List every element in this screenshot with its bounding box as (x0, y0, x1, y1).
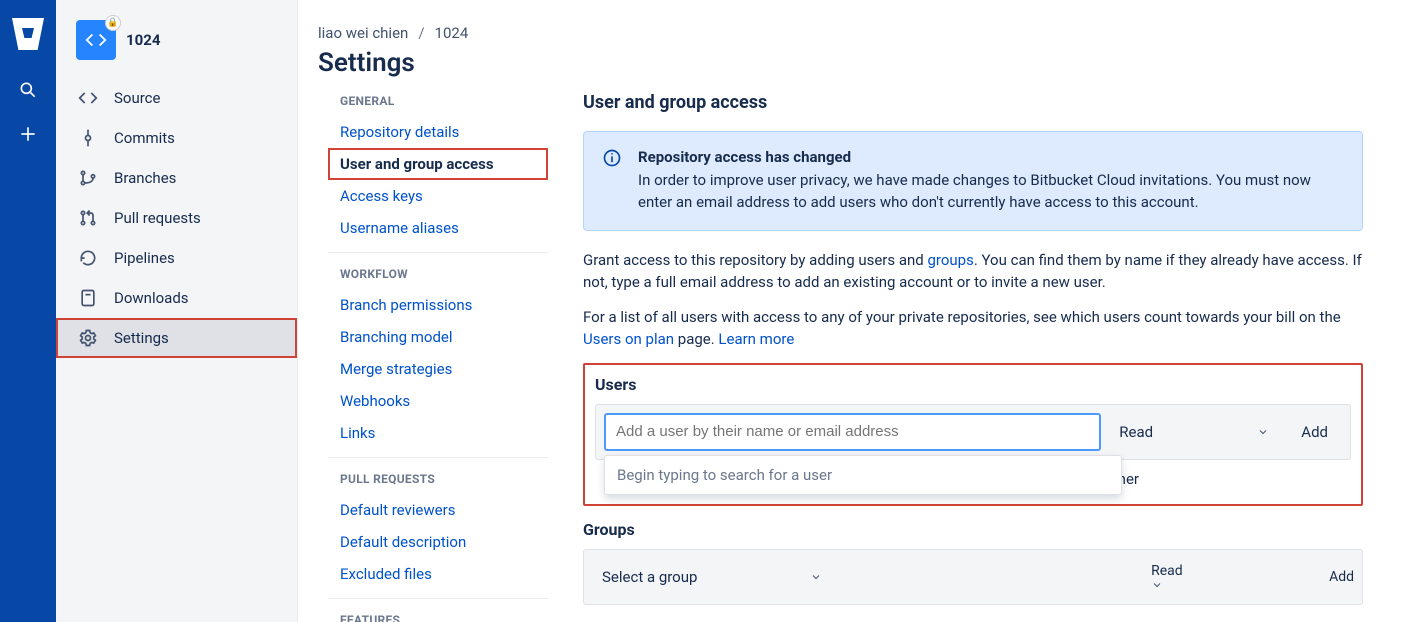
groups-link[interactable]: groups (927, 251, 973, 269)
subnav-links[interactable]: Links (328, 417, 548, 449)
breadcrumb: liao wei chien / 1024 (318, 24, 1363, 42)
info-icon (602, 148, 622, 214)
settings-content: User and group access Repository access … (558, 92, 1363, 622)
subnav-excluded-files[interactable]: Excluded files (328, 558, 548, 590)
user-search-hint: Begin typing to search for a user (604, 455, 1122, 495)
nav-pipelines[interactable]: Pipelines (56, 238, 297, 278)
add-user-input[interactable] (604, 413, 1101, 451)
select-value: Read (1151, 563, 1183, 579)
nav-downloads[interactable]: Downloads (56, 278, 297, 318)
subnav-default-description[interactable]: Default description (328, 526, 548, 558)
nav-commits[interactable]: Commits (56, 118, 297, 158)
branches-icon (76, 166, 100, 190)
info-banner: Repository access has changed In order t… (583, 131, 1363, 231)
chevron-down-icon (1257, 426, 1269, 438)
global-nav-rail (0, 0, 56, 622)
subnav-group-workflow: WORKFLOW (328, 252, 548, 289)
subnav-webhooks[interactable]: Webhooks (328, 385, 548, 417)
search-icon[interactable] (16, 78, 40, 102)
source-icon (76, 86, 100, 110)
nav-pull-requests[interactable]: Pull requests (56, 198, 297, 238)
subnav-user-group-access[interactable]: User and group access (328, 148, 548, 180)
breadcrumb-owner[interactable]: liao wei chien (318, 24, 408, 42)
banner-body: In order to improve user privacy, we hav… (638, 170, 1344, 214)
select-value: Read (1119, 423, 1153, 441)
nav-branches[interactable]: Branches (56, 158, 297, 198)
subnav-default-reviewers[interactable]: Default reviewers (328, 494, 548, 526)
learn-more-link[interactable]: Learn more (718, 330, 794, 348)
repo-avatar[interactable]: 🔒 (76, 20, 116, 60)
lock-icon: 🔒 (106, 16, 120, 30)
banner-title: Repository access has changed (638, 148, 1344, 166)
select-value: Select a group (602, 568, 697, 586)
group-select[interactable]: Select a group (592, 558, 832, 596)
nav-label: Branches (114, 169, 176, 187)
subnav-repository-details[interactable]: Repository details (328, 116, 548, 148)
nav-label: Commits (114, 129, 175, 147)
plus-icon[interactable] (16, 122, 40, 146)
users-section: Users Read Add Begin typing to search fo… (583, 363, 1363, 506)
repo-name: 1024 (126, 31, 160, 49)
add-user-row: Read Add Begin typing to search for a us… (595, 404, 1351, 460)
repo-header: 🔒 1024 (56, 20, 297, 78)
page-title: Settings (318, 48, 1363, 78)
pipelines-icon (76, 246, 100, 270)
nav-settings[interactable]: Settings (56, 318, 297, 358)
breadcrumb-repo[interactable]: 1024 (435, 24, 469, 42)
code-icon (85, 29, 107, 51)
add-group-row: Select a group Read Add (583, 549, 1363, 605)
subnav-group-pullrequests: PULL REQUESTS (328, 457, 548, 494)
breadcrumb-separator: / (418, 24, 424, 42)
repo-sidebar: 🔒 1024 Source Commits Branches Pull requ… (56, 0, 298, 622)
users-title: Users (595, 375, 1351, 394)
group-permission-select[interactable]: Read (1151, 563, 1321, 591)
nav-label: Pull requests (114, 209, 201, 227)
section-title: User and group access (583, 92, 1363, 113)
downloads-icon (76, 286, 100, 310)
subnav-branching-model[interactable]: Branching model (328, 321, 548, 353)
subnav-access-keys[interactable]: Access keys (328, 180, 548, 212)
users-on-plan-text: For a list of all users with access to a… (583, 306, 1363, 351)
add-group-button[interactable]: Add (1329, 569, 1354, 585)
commits-icon (76, 126, 100, 150)
nav-label: Pipelines (114, 249, 175, 267)
main-area: liao wei chien / 1024 Settings GENERAL R… (298, 0, 1403, 622)
users-on-plan-link[interactable]: Users on plan (583, 330, 674, 348)
subnav-username-aliases[interactable]: Username aliases (328, 212, 548, 244)
pull-request-icon (76, 206, 100, 230)
nav-label: Downloads (114, 289, 189, 307)
subnav-group-features: FEATURES (328, 598, 548, 622)
grant-access-text: Grant access to this repository by addin… (583, 249, 1363, 294)
settings-icon (76, 326, 100, 350)
groups-title: Groups (583, 520, 1363, 539)
subnav-branch-permissions[interactable]: Branch permissions (328, 289, 548, 321)
settings-subnav: GENERAL Repository details User and grou… (318, 92, 558, 622)
chevron-down-icon (810, 571, 822, 583)
owner-role-label: owner (1098, 470, 1339, 488)
nav-source[interactable]: Source (56, 78, 297, 118)
chevron-down-icon (1151, 579, 1321, 591)
bitbucket-logo[interactable] (12, 18, 44, 50)
nav-label: Source (114, 89, 160, 107)
nav-label: Settings (114, 329, 169, 347)
user-permission-select[interactable]: Read (1109, 413, 1279, 451)
subnav-group-general: GENERAL (328, 92, 548, 116)
add-user-button[interactable]: Add (1287, 413, 1342, 451)
subnav-merge-strategies[interactable]: Merge strategies (328, 353, 548, 385)
